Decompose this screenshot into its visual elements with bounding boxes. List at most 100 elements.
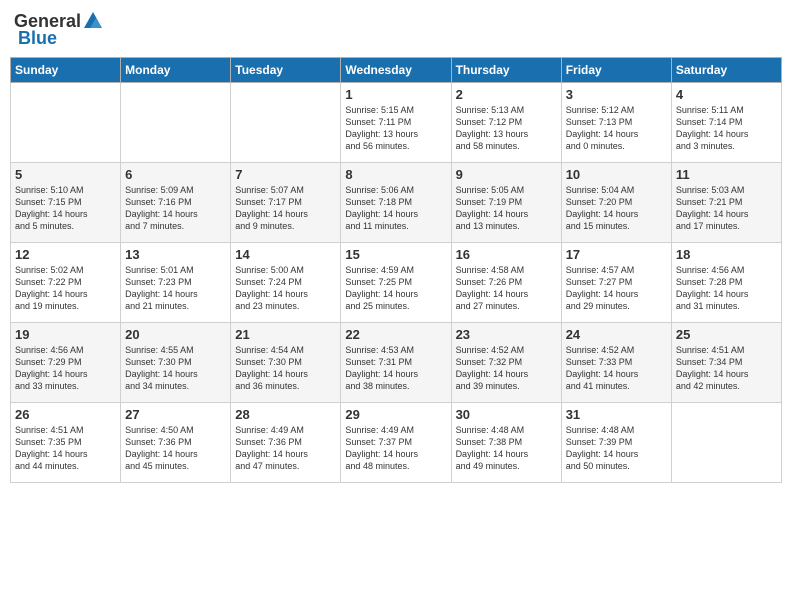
daylight-hours: Daylight: 14 hours [235,288,336,300]
sunrise-info: Sunrise: 4:48 AM [456,424,557,436]
day-number: 17 [566,247,667,262]
day-number: 2 [456,87,557,102]
daylight-hours: Daylight: 14 hours [345,288,446,300]
sunset-info: Sunset: 7:15 PM [15,196,116,208]
sunrise-info: Sunrise: 5:11 AM [676,104,777,116]
daylight-hours: Daylight: 14 hours [456,448,557,460]
sunset-info: Sunset: 7:38 PM [456,436,557,448]
day-number: 11 [676,167,777,182]
day-info: Sunrise: 5:11 AMSunset: 7:14 PMDaylight:… [676,104,777,153]
sunrise-info: Sunrise: 5:15 AM [345,104,446,116]
daylight-continuation: and 34 minutes. [125,380,226,392]
day-number: 4 [676,87,777,102]
day-info: Sunrise: 4:59 AMSunset: 7:25 PMDaylight:… [345,264,446,313]
daylight-hours: Daylight: 14 hours [125,368,226,380]
daylight-continuation: and 19 minutes. [15,300,116,312]
daylight-hours: Daylight: 14 hours [125,208,226,220]
daylight-continuation: and 5 minutes. [15,220,116,232]
sunrise-info: Sunrise: 4:51 AM [676,344,777,356]
logo: General Blue [14,10,105,49]
day-cell: 20Sunrise: 4:55 AMSunset: 7:30 PMDayligh… [121,323,231,403]
day-number: 24 [566,327,667,342]
day-info: Sunrise: 5:01 AMSunset: 7:23 PMDaylight:… [125,264,226,313]
day-cell: 3Sunrise: 5:12 AMSunset: 7:13 PMDaylight… [561,83,671,163]
day-info: Sunrise: 4:57 AMSunset: 7:27 PMDaylight:… [566,264,667,313]
day-cell: 31Sunrise: 4:48 AMSunset: 7:39 PMDayligh… [561,403,671,483]
logo-blue: Blue [18,28,57,49]
sunrise-info: Sunrise: 5:01 AM [125,264,226,276]
sunset-info: Sunset: 7:35 PM [15,436,116,448]
sunset-info: Sunset: 7:27 PM [566,276,667,288]
daylight-hours: Daylight: 14 hours [566,208,667,220]
daylight-continuation: and 29 minutes. [566,300,667,312]
day-info: Sunrise: 5:06 AMSunset: 7:18 PMDaylight:… [345,184,446,233]
sunset-info: Sunset: 7:24 PM [235,276,336,288]
day-number: 30 [456,407,557,422]
daylight-hours: Daylight: 14 hours [676,128,777,140]
daylight-hours: Daylight: 13 hours [345,128,446,140]
day-info: Sunrise: 4:48 AMSunset: 7:38 PMDaylight:… [456,424,557,473]
daylight-continuation: and 45 minutes. [125,460,226,472]
sunrise-info: Sunrise: 5:12 AM [566,104,667,116]
day-info: Sunrise: 4:50 AMSunset: 7:36 PMDaylight:… [125,424,226,473]
header-row: SundayMondayTuesdayWednesdayThursdayFrid… [11,58,782,83]
daylight-hours: Daylight: 14 hours [15,368,116,380]
sunset-info: Sunset: 7:11 PM [345,116,446,128]
day-info: Sunrise: 5:15 AMSunset: 7:11 PMDaylight:… [345,104,446,153]
sunset-info: Sunset: 7:36 PM [235,436,336,448]
day-number: 28 [235,407,336,422]
sunset-info: Sunset: 7:12 PM [456,116,557,128]
day-number: 22 [345,327,446,342]
day-number: 8 [345,167,446,182]
day-number: 26 [15,407,116,422]
daylight-hours: Daylight: 14 hours [456,288,557,300]
daylight-continuation: and 50 minutes. [566,460,667,472]
day-cell: 2Sunrise: 5:13 AMSunset: 7:12 PMDaylight… [451,83,561,163]
sunset-info: Sunset: 7:33 PM [566,356,667,368]
sunrise-info: Sunrise: 5:04 AM [566,184,667,196]
day-number: 13 [125,247,226,262]
sunrise-info: Sunrise: 4:58 AM [456,264,557,276]
day-number: 1 [345,87,446,102]
week-row-4: 19Sunrise: 4:56 AMSunset: 7:29 PMDayligh… [11,323,782,403]
day-cell: 12Sunrise: 5:02 AMSunset: 7:22 PMDayligh… [11,243,121,323]
sunrise-info: Sunrise: 4:56 AM [676,264,777,276]
day-cell [231,83,341,163]
daylight-continuation: and 42 minutes. [676,380,777,392]
daylight-hours: Daylight: 14 hours [345,208,446,220]
daylight-hours: Daylight: 14 hours [676,208,777,220]
day-info: Sunrise: 5:00 AMSunset: 7:24 PMDaylight:… [235,264,336,313]
sunrise-info: Sunrise: 4:53 AM [345,344,446,356]
sunset-info: Sunset: 7:18 PM [345,196,446,208]
sunset-info: Sunset: 7:21 PM [676,196,777,208]
daylight-continuation: and 25 minutes. [345,300,446,312]
daylight-continuation: and 13 minutes. [456,220,557,232]
col-header-tuesday: Tuesday [231,58,341,83]
week-row-3: 12Sunrise: 5:02 AMSunset: 7:22 PMDayligh… [11,243,782,323]
daylight-hours: Daylight: 13 hours [456,128,557,140]
daylight-hours: Daylight: 14 hours [566,368,667,380]
daylight-continuation: and 47 minutes. [235,460,336,472]
daylight-continuation: and 36 minutes. [235,380,336,392]
col-header-monday: Monday [121,58,231,83]
daylight-hours: Daylight: 14 hours [456,208,557,220]
sunset-info: Sunset: 7:22 PM [15,276,116,288]
day-number: 15 [345,247,446,262]
day-cell: 18Sunrise: 4:56 AMSunset: 7:28 PMDayligh… [671,243,781,323]
week-row-1: 1Sunrise: 5:15 AMSunset: 7:11 PMDaylight… [11,83,782,163]
day-cell [121,83,231,163]
day-info: Sunrise: 5:12 AMSunset: 7:13 PMDaylight:… [566,104,667,153]
daylight-continuation: and 3 minutes. [676,140,777,152]
day-number: 20 [125,327,226,342]
sunset-info: Sunset: 7:28 PM [676,276,777,288]
day-info: Sunrise: 5:02 AMSunset: 7:22 PMDaylight:… [15,264,116,313]
day-info: Sunrise: 5:04 AMSunset: 7:20 PMDaylight:… [566,184,667,233]
day-cell: 15 Sunrise: 4:59 AMSunset: 7:25 PMDayligh… [341,243,451,323]
sunrise-info: Sunrise: 4:57 AM [566,264,667,276]
daylight-continuation: and 33 minutes. [15,380,116,392]
day-number: 27 [125,407,226,422]
sunset-info: Sunset: 7:30 PM [125,356,226,368]
daylight-continuation: and 0 minutes. [566,140,667,152]
sunset-info: Sunset: 7:20 PM [566,196,667,208]
daylight-hours: Daylight: 14 hours [235,208,336,220]
